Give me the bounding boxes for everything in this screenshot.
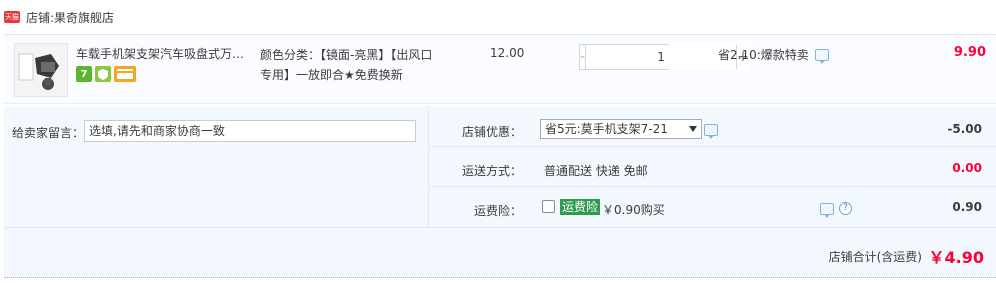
seller-message-input[interactable]: [84, 120, 416, 142]
shield-icon[interactable]: [95, 66, 111, 82]
shipping-method-value: 普通配送 快递 免邮: [544, 164, 648, 178]
store-discount-value: -5.00: [947, 122, 982, 136]
store-header: 天猫 店铺: 果奇旗舰店: [0, 0, 996, 34]
tmall-logo-icon: 天猫: [4, 11, 20, 23]
seven-day-return-icon[interactable]: 7: [76, 66, 92, 82]
store-name-link[interactable]: 果奇旗舰店: [54, 9, 114, 26]
shipping-insurance-checkbox[interactable]: [542, 200, 555, 213]
promo-message-icon[interactable]: [814, 48, 829, 64]
shipping-insurance-price: ￥0.90购买: [602, 203, 665, 217]
row-divider: [429, 186, 996, 187]
promotion-info: 省2.10:爆款特卖: [718, 46, 829, 64]
store-discount-select[interactable]: 省5元:莫手机支架7-21: [540, 119, 702, 139]
shipping-method-label: 运送方式：: [461, 164, 522, 178]
quantity-stepper: - +: [579, 44, 749, 70]
unit-price: 12.00: [490, 46, 525, 60]
discount-message-icon[interactable]: [704, 124, 718, 139]
store-label: 店铺:: [26, 10, 55, 25]
shipping-insurance-label: 运费险：: [473, 204, 522, 218]
product-thumbnail[interactable]: [14, 43, 68, 97]
product-attributes: 颜色分类：【镜面-亮黑】【出风口专用】一放即合★免费换新: [260, 48, 433, 82]
shipping-insurance-value: 0.90: [952, 200, 982, 214]
service-icons: 7: [76, 66, 136, 82]
insurance-message-icon[interactable]: [820, 203, 834, 218]
store-total-row: 店铺合计(含运费) ￥4.90: [4, 228, 996, 278]
chevron-down-icon: [689, 126, 697, 132]
credit-card-icon[interactable]: [114, 66, 136, 82]
store-discount-label: 店铺优惠：: [461, 125, 522, 139]
order-extras-panel: 给卖家留言： 店铺优惠： 省5元:莫手机支架7-21 -5.00 运送方式： 普…: [4, 106, 996, 228]
promotion-text: 省2.10:爆款特卖: [718, 48, 809, 62]
store-discount-selected: 省5元:莫手机支架7-21: [545, 122, 668, 136]
product-title-link[interactable]: 车载手机架支架汽车吸盘式万能...: [76, 45, 252, 62]
seller-message-label: 给卖家留言：: [12, 126, 85, 140]
help-icon[interactable]: ?: [839, 202, 852, 215]
cart-item-row: 车载手机架支架汽车吸盘式万能... 7 颜色分类：【镜面-亮黑】【出风口专用】一…: [4, 34, 996, 104]
store-total-value: ￥4.90: [928, 248, 984, 267]
quantity-input[interactable]: [586, 45, 737, 69]
store-total-label: 店铺合计(含运费): [828, 250, 922, 264]
row-divider: [429, 146, 996, 147]
shipping-fee: 0.00: [952, 161, 982, 175]
shipping-insurance-badge: 运费险: [560, 199, 601, 215]
item-subtotal: 9.90: [953, 45, 986, 60]
phone-holder-image: [15, 44, 67, 96]
